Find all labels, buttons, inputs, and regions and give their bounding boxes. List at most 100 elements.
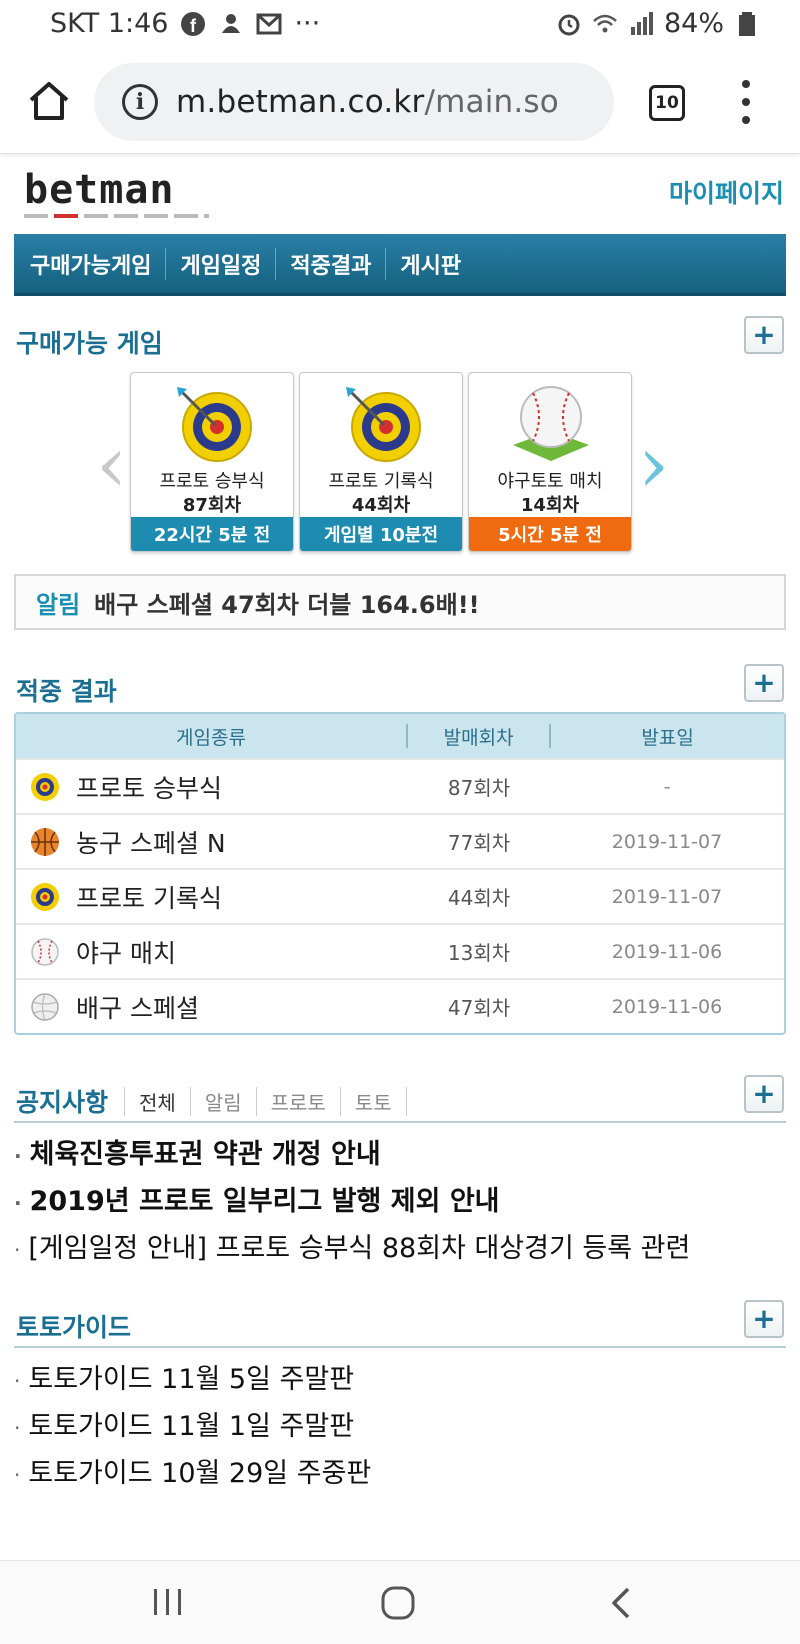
buyable-more-button[interactable]: + [744,316,784,354]
list-item[interactable]: · 토토가이드 11월 1일 주말판 [14,1403,786,1450]
baseball-icon [31,937,59,966]
guide-section-header: 토토가이드 + [14,1288,786,1348]
card-time: 게임별 10분전 [300,517,462,551]
alert-banner[interactable]: 알림 배구 스페셜 47회차 더블 164.6배!! [14,574,786,630]
more-notifications: ··· [294,8,321,39]
site-header: betman 마이페이지 [14,156,786,234]
buyable-title: 구매가능 게임 [16,329,163,358]
system-nav-bar [0,1560,800,1644]
result-date: 2019-11-07 [611,885,723,908]
home-icon[interactable] [26,78,72,124]
betman-logo[interactable]: betman [24,170,175,210]
page-content: betman 마이페이지 구매가능게임 게임일정 적중결과 게시판 구매가능 게… [14,156,786,1497]
status-bar: SKT 1:46 f ··· 84% [0,0,800,50]
table-row[interactable]: 프로토 승부식 87회차 - [16,758,784,813]
notice-section-header: 공지사항 전체 알림 프로토 토토 + [14,1061,786,1123]
game-card-proto-match[interactable]: 프로토 승부식 87회차 22시간 5분 전 [130,372,294,552]
result-game: 야구 매치 [76,938,176,968]
game-card-baseball-match[interactable]: 야구토토 매치 14회차 5시간 5분 전 [468,372,632,552]
main-nav: 구매가능게임 게임일정 적중결과 게시판 [14,234,786,296]
notice-more-button[interactable]: + [744,1075,784,1113]
facebook-icon: f [181,11,206,36]
volleyball-icon [31,992,59,1021]
battery-icon [739,11,755,36]
table-row[interactable]: 농구 스페셜 N 77회차 2019-11-07 [16,813,784,868]
list-item[interactable]: · 토토가이드 10월 29일 주중판 [14,1450,786,1497]
result-date: 2019-11-06 [611,995,723,1018]
more-menu-icon[interactable] [736,80,756,124]
basketball-icon [31,827,59,856]
nav-board[interactable]: 게시판 [385,247,475,280]
site-info-icon[interactable]: i [122,84,158,120]
result-date: - [663,775,671,798]
card-name: 프로토 기록식 [328,471,434,492]
guide-more-button[interactable]: + [744,1300,784,1338]
url-path: /main.so [424,84,559,120]
alert-message: 배구 스페셜 47회차 더블 164.6배!! [94,590,480,619]
result-round: 44회차 [447,886,511,910]
results-header-row: 게임종류 발매회차 발표일 [16,714,784,758]
notice-tabs: 전체 알림 프로토 토토 [124,1087,407,1116]
buyable-section-header: 구매가능 게임 + [14,304,786,364]
list-item[interactable]: · 2019년 프로토 일부리그 발행 제외 안내 [14,1178,786,1225]
list-item[interactable]: · 체육진흥투표권 약관 개정 안내 [14,1131,786,1178]
table-row[interactable]: 야구 매치 13회차 2019-11-06 [16,923,784,978]
result-date: 2019-11-07 [611,830,723,853]
notice-text: 2019년 프로토 일부리그 발행 제외 안내 [29,1186,500,1217]
target-icon [31,882,59,911]
nav-buyable-games[interactable]: 구매가능게임 [30,248,165,280]
nav-game-schedule[interactable]: 게임일정 [165,247,275,280]
card-time: 22시간 5분 전 [131,517,293,551]
back-icon[interactable] [606,1583,636,1623]
result-game: 배구 스페셜 [76,993,199,1023]
result-date: 2019-11-06 [611,940,723,963]
carousel-prev-icon[interactable]: ‹ [96,426,127,504]
results-section-header: 적중 결과 + [14,652,786,712]
wifi-icon [593,14,617,32]
tab-all[interactable]: 전체 [124,1087,190,1116]
recent-apps-icon[interactable] [150,1583,186,1623]
card-name: 야구토토 매치 [497,471,603,492]
tab-switcher-button[interactable]: 10 [649,85,685,121]
card-round: 44회차 [351,495,411,516]
results-table: 게임종류 발매회차 발표일 프로토 승부식 87회차 - 농구 스페셜 N 77… [14,712,786,1035]
card-time: 5시간 5분 전 [469,517,631,551]
alarm-icon [558,14,580,35]
result-game: 농구 스페셜 N [76,828,226,858]
target-icon [346,387,421,462]
guide-text: 토토가이드 11월 1일 주말판 [28,1411,355,1442]
header-round: 발매회차 [443,726,514,749]
url-text[interactable]: m.betman.co.kr/main.so [176,84,559,120]
svg-text:f: f [190,16,197,36]
guide-text: 토토가이드 11월 5일 주말판 [28,1364,355,1395]
mypage-link[interactable]: 마이페이지 [669,174,784,210]
address-bar[interactable]: i m.betman.co.kr/main.so [94,63,614,141]
tab-toto[interactable]: 토토 [339,1087,407,1116]
nav-results[interactable]: 적중결과 [275,247,385,280]
list-item[interactable]: · 토토가이드 11월 5일 주말판 [14,1356,786,1403]
carousel-next-icon[interactable]: › [638,426,669,504]
list-item[interactable]: · [게임일정 안내] 프로토 승부식 88회차 대상경기 등록 관련 [14,1225,786,1272]
tab-proto[interactable]: 프로토 [255,1087,340,1116]
notice-text: 체육진흥투표권 약관 개정 안내 [29,1139,381,1170]
game-card-proto-record[interactable]: 프로토 기록식 44회차 게임별 10분전 [299,372,463,552]
results-more-button[interactable]: + [744,664,784,702]
baseball-icon [513,386,589,461]
browser-toolbar: i m.betman.co.kr/main.so 10 [0,50,800,154]
url-host: m.betman.co.kr [176,84,425,120]
table-row[interactable]: 프로토 기록식 44회차 2019-11-07 [16,868,784,923]
table-row[interactable]: 배구 스페셜 47회차 2019-11-06 [16,978,784,1033]
notice-list: · 체육진흥투표권 약관 개정 안내 · 2019년 프로토 일부리그 발행 제외 … [14,1131,786,1272]
home-nav-icon[interactable] [378,1583,418,1623]
tab-alert[interactable]: 알림 [189,1087,256,1116]
header-game-type: 게임종류 [176,726,246,749]
result-round: 47회차 [447,996,511,1020]
target-icon [177,387,252,462]
notice-text: [게임일정 안내] 프로토 승부식 88회차 대상경기 등록 관련 [28,1233,691,1264]
header-date: 발표일 [641,726,694,749]
signal-icon [630,11,653,35]
alert-label: 알림 [36,590,81,619]
logo-underline [24,214,209,218]
card-round: 14회차 [520,495,580,516]
battery-percent: 84% [663,8,724,39]
